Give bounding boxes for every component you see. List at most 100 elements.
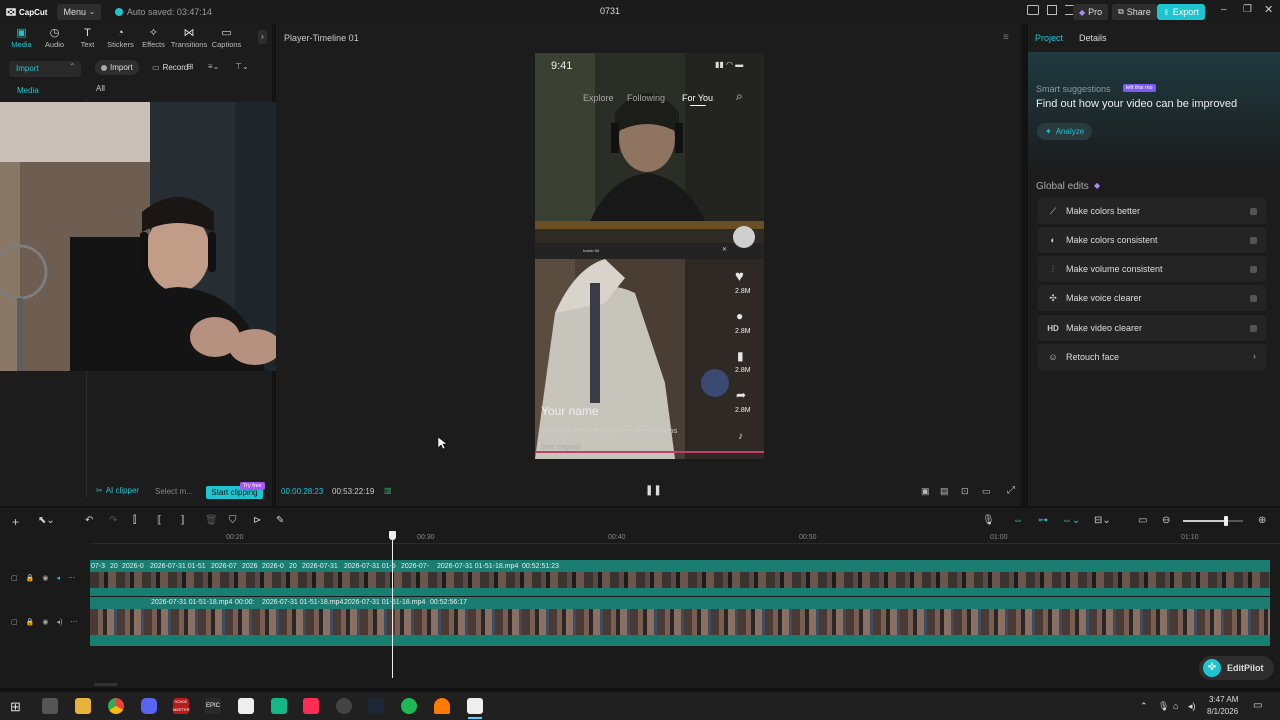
edit-retouch-face[interactable]: ☺ Retouch face ›: [1038, 344, 1266, 370]
edit-toggle[interactable]: [1250, 207, 1257, 215]
discord-icon[interactable]: [141, 698, 157, 714]
edit-make-volume-consistent[interactable]: ⫶ Make volume consistent: [1038, 256, 1266, 282]
zoom-slider[interactable]: [1183, 516, 1243, 526]
playhead-handle[interactable]: [389, 531, 396, 540]
speaker-icon[interactable]: ◂: [56, 574, 60, 582]
lock-icon[interactable]: 🔒: [26, 618, 35, 626]
time-ruler[interactable]: [90, 532, 1280, 544]
pen-icon[interactable]: ✎: [276, 515, 284, 526]
tab-transitions[interactable]: ⋈ Transitions: [170, 27, 208, 49]
tab-details[interactable]: Details: [1079, 33, 1107, 43]
link-icon[interactable]: ⇔: [1013, 515, 1023, 526]
edit-toggle[interactable]: [1250, 324, 1257, 332]
sidebar-media[interactable]: Media: [17, 86, 39, 95]
track-select-icon[interactable]: ▢: [11, 574, 18, 582]
player-menu-icon[interactable]: ≡: [1003, 32, 1009, 43]
tray-mic-icon[interactable]: 🎙: [1158, 701, 1169, 712]
edit-make-voice-clearer[interactable]: ✣ Make voice clearer: [1038, 285, 1266, 311]
edit-toggle[interactable]: [1250, 236, 1257, 244]
capcut-taskbar-icon[interactable]: [238, 698, 254, 714]
split-right-icon[interactable]: ⟧: [180, 515, 185, 526]
shield-icon[interactable]: ⛉: [229, 515, 237, 526]
track-select-icon[interactable]: ▢: [11, 618, 18, 626]
tab-audio[interactable]: ◷ Audio: [38, 27, 71, 49]
caption-icon[interactable]: ▭: [1138, 515, 1147, 526]
eye-icon[interactable]: ◉: [42, 618, 48, 626]
zoom-out-icon[interactable]: ⊖: [1162, 515, 1170, 526]
import-button[interactable]: Import: [95, 60, 139, 75]
lock-icon[interactable]: 🔒: [26, 574, 35, 582]
tray-network-icon[interactable]: ⌂: [1173, 701, 1178, 711]
undo-icon[interactable]: ↶: [85, 515, 93, 526]
ai-clipper[interactable]: ✂ AI clipper: [96, 486, 139, 495]
maximize-icon[interactable]: ❐: [1243, 4, 1252, 15]
select-tool-icon[interactable]: ⬉⌄: [38, 515, 55, 526]
edit-toggle[interactable]: [1250, 294, 1257, 302]
chrome-icon[interactable]: [108, 698, 124, 714]
preview-quality-icon[interactable]: ▣: [921, 486, 930, 497]
zoom-in-icon[interactable]: ⊕: [1258, 515, 1266, 526]
menu-button[interactable]: Menu ⌄: [57, 4, 101, 20]
tab-stickers[interactable]: ◔ Stickers: [104, 27, 137, 49]
ratio-icon[interactable]: ▭: [982, 486, 991, 497]
sort-icon[interactable]: ≡⌄: [208, 62, 219, 71]
snap-icon[interactable]: ⇔⌄: [1062, 515, 1080, 526]
magnet-icon[interactable]: ⊶: [1038, 515, 1048, 526]
tab-text[interactable]: T Text: [71, 27, 104, 49]
sidebar-import[interactable]: Import ⌃: [9, 61, 81, 77]
tab-captions[interactable]: ▭ Captions: [208, 27, 245, 49]
redo-icon[interactable]: ↷: [109, 515, 117, 526]
full-res-icon[interactable]: ▤: [940, 486, 949, 497]
preview-axis-icon[interactable]: ⊟⌄: [1094, 515, 1111, 526]
soundcloud-icon[interactable]: [434, 698, 450, 714]
tabs-more-chevron-icon[interactable]: ›: [258, 30, 267, 44]
spotify-icon[interactable]: [401, 698, 417, 714]
split-left-icon[interactable]: ⟦: [157, 515, 162, 526]
edit-make-colors-better[interactable]: ⟋ Make colors better: [1038, 198, 1266, 224]
more-icon[interactable]: ⋯: [70, 618, 77, 626]
add-track-icon[interactable]: +: [12, 515, 19, 529]
filter-all[interactable]: All: [96, 84, 105, 93]
tray-chevron-icon[interactable]: ⌃: [1140, 701, 1148, 712]
freeze-icon[interactable]: ⊳: [253, 515, 261, 526]
analyze-button[interactable]: ✦ Analyze: [1037, 123, 1093, 140]
notification-icon[interactable]: ▭: [1253, 700, 1262, 711]
minimize-icon[interactable]: –: [1221, 4, 1227, 15]
obs-icon[interactable]: [336, 698, 352, 714]
grid-view-icon[interactable]: ⊞: [187, 62, 194, 71]
select-media-field[interactable]: Select m...: [155, 487, 193, 496]
split-icon[interactable]: ⫿: [133, 515, 136, 526]
edit-make-colors-consistent[interactable]: ◐ Make colors consistent: [1038, 227, 1266, 253]
editpilot-button[interactable]: ✜ EditPilot: [1199, 656, 1274, 680]
file-explorer-icon[interactable]: [75, 698, 91, 714]
tiktok-icon[interactable]: [303, 698, 319, 714]
speaker-icon[interactable]: ◂): [56, 618, 62, 626]
close-icon[interactable]: ✕: [1264, 3, 1273, 16]
screenshot-icon[interactable]: ⊡: [961, 486, 969, 497]
eye-icon[interactable]: ◉: [42, 574, 48, 582]
share-button[interactable]: ⧉ Share: [1112, 4, 1157, 20]
voicemeeter-icon[interactable]: VOICE MEETER: [173, 698, 190, 714]
panel-icon[interactable]: [1047, 5, 1057, 15]
capcut-active-icon[interactable]: [467, 698, 483, 714]
filter-icon[interactable]: ⊤⌄: [235, 62, 249, 71]
delete-icon[interactable]: 🗑: [205, 515, 218, 526]
file-settings-icon[interactable]: [42, 698, 58, 714]
playhead[interactable]: [392, 532, 393, 678]
edit-toggle[interactable]: [1250, 265, 1257, 273]
windows-start-icon[interactable]: ⊞: [10, 699, 21, 715]
layout-icon[interactable]: [1027, 5, 1039, 15]
pro-button[interactable]: ◆ Pro: [1073, 4, 1109, 20]
edit-make-video-clearer[interactable]: HD Make video clearer: [1038, 315, 1266, 341]
fullscreen-icon[interactable]: ⤢: [1007, 485, 1015, 496]
steam-icon[interactable]: [368, 698, 384, 714]
more-icon[interactable]: ⋯: [68, 574, 75, 582]
tray-volume-icon[interactable]: ◂): [1188, 701, 1196, 712]
export-button[interactable]: ⇪ Export: [1157, 4, 1205, 20]
record-button[interactable]: ▭ Record: [148, 60, 192, 75]
capcut-alt-icon[interactable]: [271, 698, 287, 714]
pause-icon[interactable]: ❚❚: [645, 485, 662, 496]
tab-media[interactable]: ▣ Media: [5, 27, 38, 49]
epic-games-icon[interactable]: EPIC: [205, 698, 221, 714]
timeline-scrollbar[interactable]: [94, 683, 118, 686]
